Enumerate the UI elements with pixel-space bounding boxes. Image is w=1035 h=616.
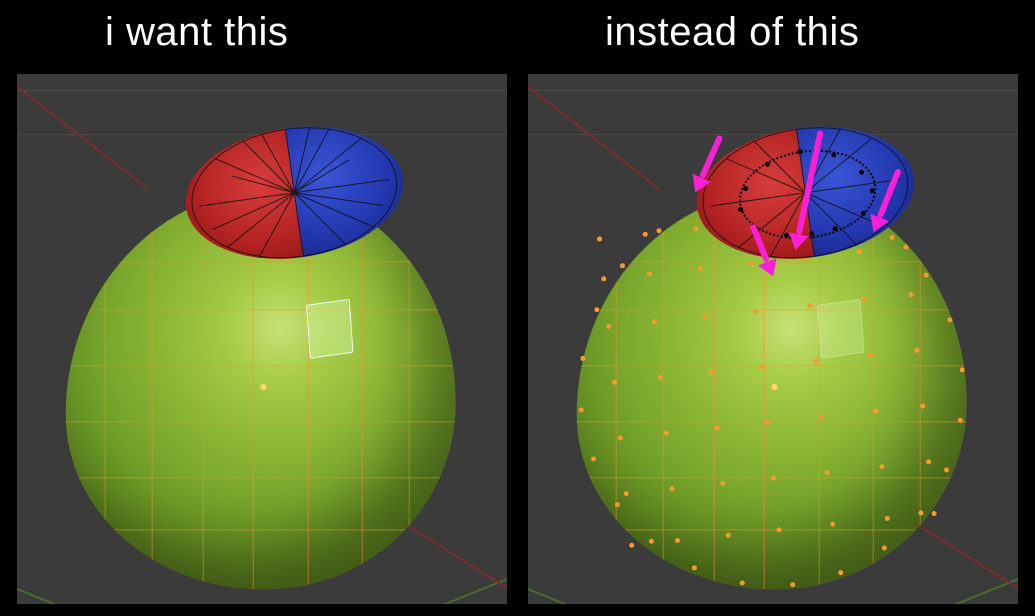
viewport-left (17, 74, 507, 604)
caption-left: i want this (105, 10, 288, 55)
selected-face-right (817, 299, 864, 359)
mesh-object-right (528, 81, 1018, 604)
mesh-object-left (17, 81, 507, 604)
selected-face-left (306, 299, 353, 359)
caption-right: instead of this (605, 10, 859, 55)
viewport-right (528, 74, 1018, 604)
comparison-image: i want this instead of this (0, 0, 1035, 616)
